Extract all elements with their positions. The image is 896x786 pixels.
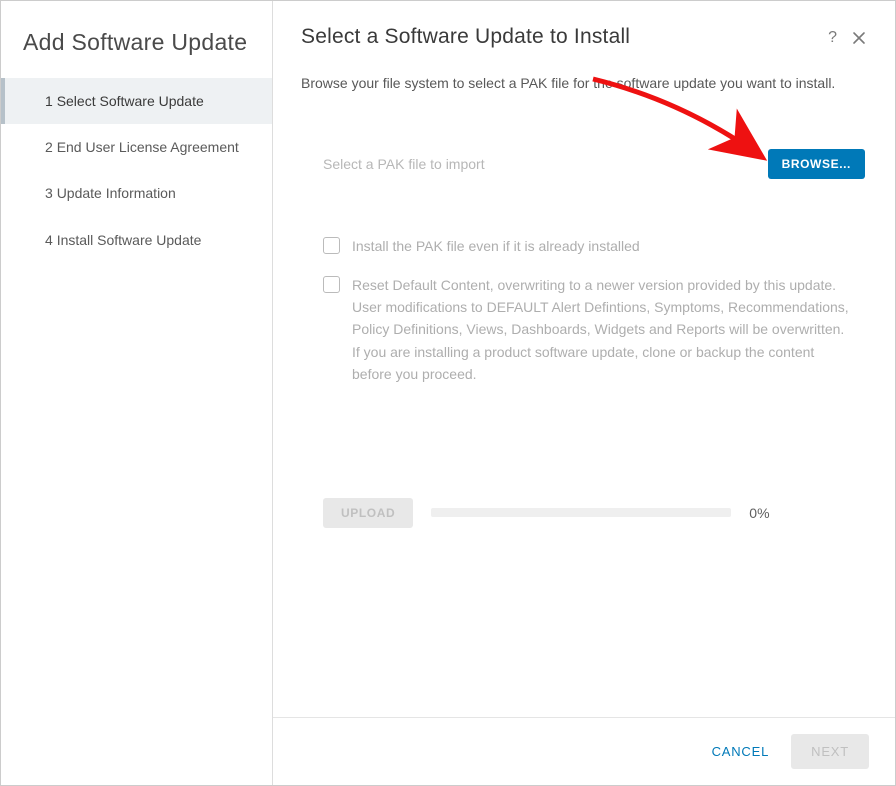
option-reset-default-content: Reset Default Content, overwriting to a … [323,274,867,386]
header-icons: ? [828,29,867,47]
options-group: Install the PAK file even if it is alrea… [301,235,867,401]
wizard-footer: CANCEL NEXT [273,717,895,785]
file-select-row: Select a PAK file to import BROWSE... [301,149,867,179]
step-number: 2 [45,139,53,155]
progress-bar [431,508,731,517]
step-label: Install Software Update [57,232,202,248]
step-eula[interactable]: 2 End User License Agreement [1,124,272,170]
page-title: Select a Software Update to Install [301,25,630,49]
cancel-button[interactable]: CANCEL [704,734,778,769]
step-update-information[interactable]: 3 Update Information [1,170,272,216]
main-header: Select a Software Update to Install ? [301,25,867,49]
step-number: 3 [45,185,53,201]
option-install-even-if-installed: Install the PAK file even if it is alrea… [323,235,867,257]
option-label: Install the PAK file even if it is alrea… [352,235,640,257]
step-label: Update Information [57,185,176,201]
step-install-software-update[interactable]: 4 Install Software Update [1,217,272,263]
step-label: End User License Agreement [57,139,239,155]
checkbox-install-even-if-installed[interactable] [323,237,340,254]
upload-button[interactable]: UPLOAD [323,498,413,528]
wizard-sidebar: Add Software Update 1 Select Software Up… [1,1,273,785]
upload-section: UPLOAD 0% [301,498,867,528]
close-icon[interactable] [851,30,867,46]
sidebar-title: Add Software Update [1,15,272,78]
step-label: Select Software Update [57,93,204,109]
option-label: Reset Default Content, overwriting to a … [352,274,852,386]
checkbox-reset-default-content[interactable] [323,276,340,293]
add-software-update-dialog: Add Software Update 1 Select Software Up… [0,0,896,786]
help-icon[interactable]: ? [828,29,837,47]
step-number: 4 [45,232,53,248]
next-button[interactable]: NEXT [791,734,869,769]
step-select-software-update[interactable]: 1 Select Software Update [1,78,272,124]
wizard-main: Select a Software Update to Install ? Br… [273,1,895,785]
browse-button[interactable]: BROWSE... [768,149,865,179]
progress-text: 0% [749,505,769,521]
file-placeholder: Select a PAK file to import [323,156,485,172]
step-number: 1 [45,93,53,109]
page-description: Browse your file system to select a PAK … [301,73,841,93]
wizard-steps: 1 Select Software Update 2 End User Lice… [1,78,272,263]
